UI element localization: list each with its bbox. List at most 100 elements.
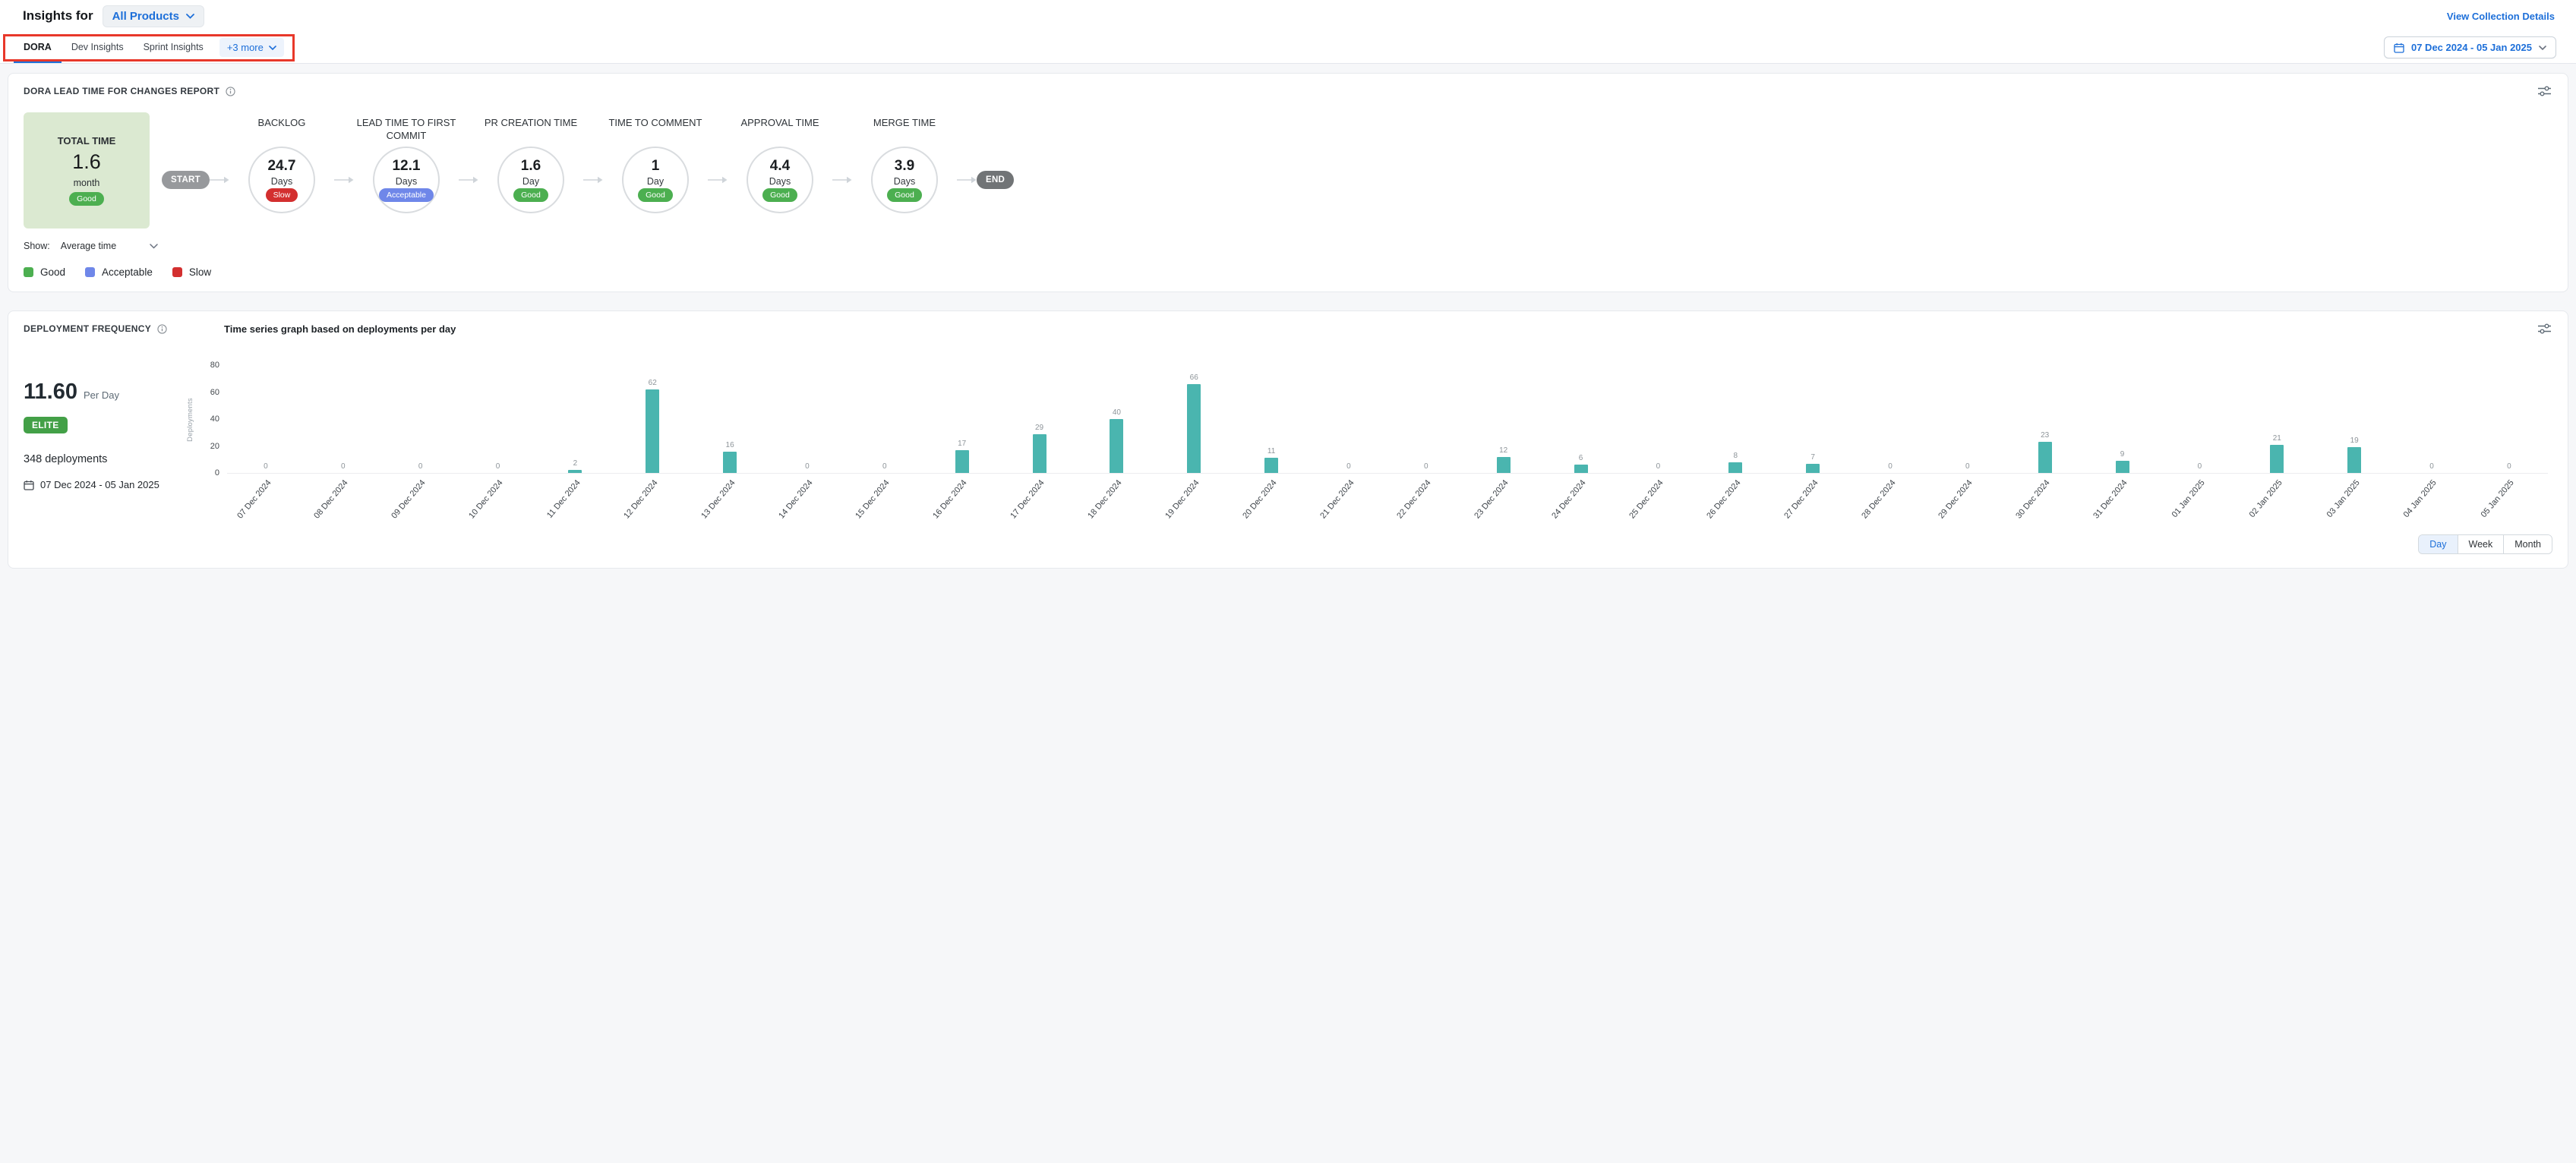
bar-column: 0	[769, 463, 846, 473]
show-metric-value: Average time	[61, 241, 116, 251]
x-axis-cell: 20 Dec 2024	[1233, 474, 1310, 527]
x-axis-label: 15 Dec 2024	[854, 478, 892, 521]
bar-column: 40	[1078, 409, 1155, 473]
legend-swatch	[24, 267, 33, 277]
info-icon[interactable]	[157, 324, 167, 334]
pipeline-connector-arrow	[210, 175, 229, 184]
deployment-frequency-card: DEPLOYMENT FREQUENCY Time series graph b…	[8, 310, 2568, 569]
x-axis-label: 13 Dec 2024	[699, 478, 737, 521]
x-axis-label: 24 Dec 2024	[1550, 478, 1587, 521]
x-axis-cell: 21 Dec 2024	[1310, 474, 1387, 527]
bar-value-label: 0	[341, 463, 346, 471]
bar-column: 0	[1929, 463, 2006, 473]
view-collection-details-link[interactable]: View Collection Details	[2447, 11, 2555, 22]
stage-unit: Days	[396, 176, 417, 187]
tab-sprint-insights[interactable]: Sprint Insights	[134, 32, 213, 63]
x-axis-cell: 23 Dec 2024	[1465, 474, 1542, 527]
total-time-value: 1.6	[72, 150, 101, 174]
x-axis-label: 18 Dec 2024	[1086, 478, 1123, 521]
bar-value-label: 0	[2198, 463, 2202, 471]
bar-value-label: 0	[496, 463, 500, 471]
deployment-card-title: DEPLOYMENT FREQUENCY	[24, 323, 151, 334]
date-range-picker[interactable]: 07 Dec 2024 - 05 Jan 2025	[2384, 36, 2556, 58]
x-axis-label: 26 Dec 2024	[1705, 478, 1742, 521]
stage-circle: 3.9DaysGood	[871, 147, 938, 213]
bar	[1264, 458, 1278, 473]
pipeline-stage: TIME TO COMMENT1DayGood	[603, 112, 708, 213]
bar-column: 23	[2006, 432, 2084, 473]
bar-value-label: 0	[1424, 463, 1428, 471]
filter-sliders-icon[interactable]	[2537, 322, 2552, 336]
bar-value-label: 8	[1733, 452, 1738, 460]
stage-badge: Good	[638, 188, 673, 202]
stage-value: 24.7	[267, 158, 295, 175]
product-selector-dropdown[interactable]: All Products	[103, 5, 204, 27]
x-axis-cell: 02 Jan 2025	[2238, 474, 2316, 527]
x-axis-label: 21 Dec 2024	[1318, 478, 1356, 521]
show-metric-dropdown[interactable]: Average time	[61, 241, 158, 251]
bar-value-label: 23	[2041, 432, 2049, 440]
lead-time-body: TOTAL TIME 1.6 month Good STARTBACKLOG24…	[24, 112, 2552, 229]
y-tick-label: 20	[195, 442, 219, 451]
bar-value-label: 6	[1579, 455, 1583, 462]
stage-label: PR CREATION TIME	[478, 117, 583, 147]
legend-item-good: Good	[24, 266, 65, 278]
pipeline: STARTBACKLOG24.7DaysSlowLEAD TIME TO FIR…	[162, 112, 2552, 229]
x-axis-cell: 09 Dec 2024	[382, 474, 459, 527]
legend-item-slow: Slow	[172, 266, 211, 278]
stage-unit: Day	[647, 176, 664, 187]
x-axis-label: 25 Dec 2024	[1627, 478, 1665, 521]
x-axis-label: 23 Dec 2024	[1473, 478, 1511, 521]
granularity-row: DayWeekMonth	[188, 534, 2552, 554]
pipeline-stage: BACKLOG24.7DaysSlow	[229, 112, 334, 213]
tabs-group: DORADev InsightsSprint Insights +3 more	[8, 32, 290, 63]
bar-value-label: 0	[882, 463, 887, 471]
bar-column: 0	[227, 463, 305, 473]
pipeline-stage: PR CREATION TIME1.6DayGood	[478, 112, 583, 213]
x-axis-label: 20 Dec 2024	[1241, 478, 1278, 521]
x-axis-label: 27 Dec 2024	[1782, 478, 1820, 521]
tab-dora[interactable]: DORA	[14, 32, 62, 63]
bar-value-label: 0	[2507, 463, 2511, 471]
tab-dev-insights[interactable]: Dev Insights	[62, 32, 134, 63]
bar-chart-plot: Deployments 0204060800000262160017294066…	[227, 366, 2548, 474]
stage-circle: 24.7DaysSlow	[248, 147, 315, 213]
info-icon[interactable]	[226, 87, 235, 96]
granularity-day-button[interactable]: Day	[2419, 535, 2457, 553]
total-time-label: TOTAL TIME	[58, 135, 116, 147]
bar	[1806, 464, 1820, 473]
stage-unit: Days	[271, 176, 292, 187]
filter-sliders-icon[interactable]	[2537, 84, 2552, 98]
bar-value-label: 0	[1888, 463, 1893, 471]
stage-circle: 4.4DaysGood	[747, 147, 813, 213]
chevron-down-icon	[269, 46, 276, 50]
more-tabs-button[interactable]: +3 more	[219, 38, 284, 57]
stage-circle: 1.6DayGood	[497, 147, 564, 213]
x-axis-label: 22 Dec 2024	[1396, 478, 1433, 521]
bar	[1110, 419, 1123, 473]
bar-column: 66	[1155, 374, 1233, 473]
pipeline-stage: APPROVAL TIME4.4DaysGood	[728, 112, 832, 213]
x-axis-cell: 17 Dec 2024	[1001, 474, 1078, 527]
x-axis-cell: 31 Dec 2024	[2084, 474, 2161, 527]
stage-value: 1.6	[521, 158, 541, 175]
more-tabs-label: +3 more	[227, 42, 264, 53]
stage-label: TIME TO COMMENT	[603, 117, 708, 147]
granularity-week-button[interactable]: Week	[2458, 535, 2504, 553]
x-axis-cell: 30 Dec 2024	[2006, 474, 2084, 527]
deployment-rate: 11.60 Per Day	[24, 380, 188, 405]
calendar-icon	[2394, 43, 2404, 53]
x-axis-label: 28 Dec 2024	[1860, 478, 1897, 521]
deployment-summary: 11.60 Per Day ELITE 348 deployments 07 D…	[24, 336, 188, 554]
stage-label: APPROVAL TIME	[728, 117, 832, 147]
deployment-chart: Deployments 0204060800000262160017294066…	[188, 336, 2552, 554]
x-axis-cell: 22 Dec 2024	[1387, 474, 1465, 527]
x-axis-cell: 25 Dec 2024	[1619, 474, 1697, 527]
x-axis-cell: 10 Dec 2024	[459, 474, 537, 527]
granularity-month-button[interactable]: Month	[2503, 535, 2552, 553]
bar-column: 62	[614, 380, 691, 473]
x-axis-cell: 16 Dec 2024	[923, 474, 1001, 527]
x-axis-label: 12 Dec 2024	[622, 478, 659, 521]
x-axis-cell: 03 Jan 2025	[2316, 474, 2393, 527]
bar-column: 8	[1697, 452, 1774, 473]
